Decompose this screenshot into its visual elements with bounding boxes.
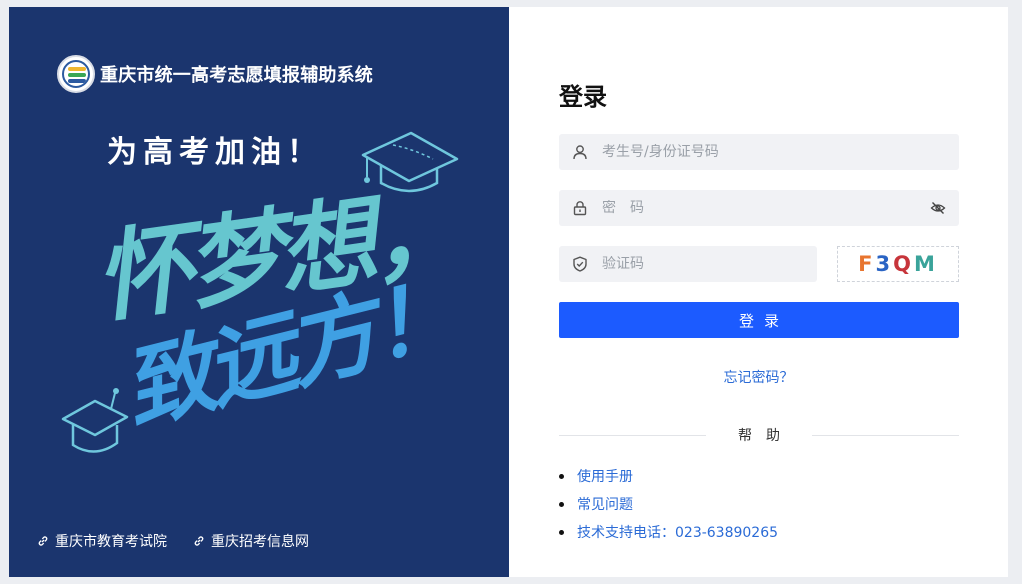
captcha-char: 3	[875, 252, 894, 276]
graduation-cap-icon	[61, 388, 129, 453]
bullet	[559, 473, 564, 479]
help-item-manual[interactable]: 使用手册	[559, 462, 778, 490]
link-admission-info[interactable]: 重庆招考信息网	[193, 531, 309, 551]
password-input[interactable]	[602, 200, 930, 216]
lock-icon	[572, 200, 588, 216]
link-exam-institute[interactable]: 重庆市教育考试院	[37, 531, 167, 551]
shield-icon	[572, 256, 588, 272]
forgot-password-link[interactable]: 忘记密码？	[509, 367, 1008, 387]
captcha-field-wrapper	[559, 246, 817, 282]
divider-line	[559, 434, 706, 436]
captcha-image[interactable]: F 3 Q M	[837, 246, 959, 282]
help-divider: 帮助	[559, 425, 959, 445]
captcha-char: F	[858, 252, 876, 276]
help-title: 帮助	[738, 428, 794, 444]
login-title: 登录	[559, 83, 607, 111]
captcha-char: Q	[893, 252, 914, 276]
help-item-label: 技术支持电话：023-63890265	[577, 525, 779, 541]
bullet	[559, 501, 564, 507]
link-icon	[194, 536, 204, 546]
help-item-label: 常见问题	[577, 497, 633, 513]
link-icon	[38, 536, 48, 546]
brand-title: 重庆市统一高考志愿填报辅助系统	[100, 65, 373, 86]
promo-panel: 重庆市统一高考志愿填报辅助系统 为高考加油！ 怀梦想， 致远方！ 重庆市教育考试…	[9, 7, 509, 577]
username-input[interactable]	[602, 144, 959, 160]
help-item-phone[interactable]: 技术支持电话：023-63890265	[559, 518, 778, 546]
password-field-wrapper	[559, 190, 959, 226]
login-card: 重庆市统一高考志愿填报辅助系统 为高考加油！ 怀梦想， 致远方！ 重庆市教育考试…	[9, 7, 1008, 577]
user-icon	[572, 144, 588, 160]
help-list: 使用手册 常见问题 技术支持电话：023-63890265	[559, 462, 778, 546]
link-label: 重庆市教育考试院	[55, 534, 167, 550]
brand: 重庆市统一高考志愿填报辅助系统	[57, 55, 373, 93]
captcha-char: M	[913, 252, 938, 276]
footer-links: 重庆市教育考试院 重庆招考信息网	[37, 531, 309, 551]
slogan: 为高考加油！	[107, 135, 323, 170]
bullet	[559, 529, 564, 535]
logo-icon	[57, 55, 95, 93]
login-button[interactable]: 登录	[559, 302, 959, 338]
eye-hidden-icon[interactable]	[930, 200, 946, 216]
link-label: 重庆招考信息网	[211, 534, 309, 550]
username-field-wrapper	[559, 134, 959, 170]
captcha-input[interactable]	[602, 256, 817, 272]
login-form: 登录 考生号/身份证号码 验证码 F 3 Q M 登录 忘记密码？ 帮助 使用手…	[509, 7, 1008, 577]
help-item-faq[interactable]: 常见问题	[559, 490, 778, 518]
help-item-label: 使用手册	[577, 469, 633, 485]
divider-line	[812, 434, 959, 436]
